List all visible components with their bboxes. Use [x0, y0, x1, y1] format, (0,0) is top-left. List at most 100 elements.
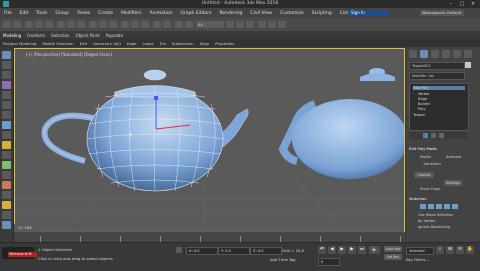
- scale-icon[interactable]: [109, 21, 117, 28]
- rotate-icon[interactable]: [99, 21, 107, 28]
- auto-key-button[interactable]: Auto Key: [384, 246, 402, 252]
- tool-6-icon[interactable]: [2, 101, 11, 109]
- redo-icon[interactable]: [13, 21, 21, 28]
- panel-geometry[interactable]: Geometry (All): [90, 41, 124, 46]
- tool-4-icon[interactable]: [2, 81, 11, 89]
- render-frame-icon[interactable]: [268, 21, 276, 28]
- tool-13-icon[interactable]: [2, 171, 11, 179]
- tool-8-icon[interactable]: [2, 121, 11, 129]
- panel-modify-selection[interactable]: Modify Selection: [39, 41, 76, 46]
- tool-15-icon[interactable]: [2, 191, 11, 199]
- close-icon[interactable]: ×: [468, 1, 478, 7]
- panel-edge[interactable]: Edge: [124, 41, 140, 46]
- undo-icon[interactable]: [3, 21, 11, 28]
- menu-edit[interactable]: Edit: [16, 11, 33, 16]
- lock-selection-icon[interactable]: [176, 247, 182, 253]
- bind-space-warp-icon[interactable]: [45, 21, 53, 28]
- create-panel-icon[interactable]: [409, 50, 417, 58]
- tool-11-icon[interactable]: [2, 151, 11, 159]
- link-icon[interactable]: [25, 21, 33, 28]
- time-slider[interactable]: 0 / 100: [14, 224, 36, 232]
- layer-icon[interactable]: [175, 21, 183, 28]
- stack-item-teapot[interactable]: Teapot: [413, 113, 425, 117]
- menu-create[interactable]: Create: [94, 11, 117, 16]
- maximize-icon[interactable]: □: [457, 1, 467, 7]
- go-to-end-icon[interactable]: ⏭: [358, 246, 366, 254]
- menu-graph-editors[interactable]: Graph Editors: [177, 11, 216, 16]
- selection-filter-dropdown[interactable]: All: [196, 21, 224, 28]
- tool-10-icon[interactable]: [2, 141, 11, 149]
- tool-7-icon[interactable]: [2, 111, 11, 119]
- perspective-viewport[interactable]: ✛: [14, 48, 405, 242]
- minimize-icon[interactable]: –: [446, 1, 456, 7]
- pan-icon[interactable]: ✋: [466, 246, 474, 254]
- stack-item-vertex[interactable]: Vertex: [418, 92, 430, 96]
- animate-radio[interactable]: Animate: [446, 155, 461, 159]
- panel-properties[interactable]: Properties: [212, 41, 237, 46]
- menu-group[interactable]: Group: [51, 11, 73, 16]
- menu-tools[interactable]: Tools: [32, 11, 51, 16]
- menu-rendering[interactable]: Rendering: [215, 11, 246, 16]
- stack-item-edit-poly[interactable]: Edit Poly: [413, 86, 465, 90]
- y-coordinate-field[interactable]: Y: 0.0: [218, 247, 250, 255]
- menu-civil-view[interactable]: Civil View: [246, 11, 276, 16]
- sign-in-button[interactable]: Sign In: [348, 9, 389, 16]
- next-frame-icon[interactable]: ▶: [348, 246, 356, 254]
- menu-views[interactable]: Views: [73, 11, 94, 16]
- stack-item-poly[interactable]: Poly: [418, 107, 425, 111]
- use-stack-selection-checkbox[interactable]: Use Stack Selection: [418, 213, 454, 217]
- selection-header[interactable]: Selection: [409, 196, 475, 202]
- panel-polygon-modeling[interactable]: Polygon Modeling: [0, 41, 39, 46]
- edit-poly-mode-header[interactable]: Edit Poly Mode: [409, 146, 475, 152]
- mirror-icon[interactable]: [153, 21, 161, 28]
- modify-panel-icon[interactable]: [420, 50, 428, 58]
- z-coordinate-field[interactable]: Z: 0.0: [250, 247, 282, 255]
- modifier-list-dropdown[interactable]: Modifier List: [409, 72, 465, 80]
- element-select-icon[interactable]: [452, 204, 458, 209]
- tool-17-icon[interactable]: [2, 211, 11, 219]
- stack-item-border[interactable]: Border: [418, 102, 430, 106]
- move-icon[interactable]: [89, 21, 97, 28]
- hierarchy-panel-icon[interactable]: [431, 50, 439, 58]
- current-frame-field[interactable]: 0: [318, 258, 340, 266]
- commit-button[interactable]: Commit: [414, 172, 434, 178]
- percent-snap-icon[interactable]: [141, 21, 149, 28]
- object-name-field[interactable]: Teapot001: [409, 62, 465, 70]
- show-end-result-icon[interactable]: [431, 133, 436, 138]
- stack-item-edge[interactable]: Edge: [418, 97, 427, 101]
- curve-editor-icon[interactable]: [226, 21, 234, 28]
- tab-freeform[interactable]: Freeform: [24, 33, 48, 38]
- model-radio[interactable]: Model: [420, 155, 431, 159]
- schematic-icon[interactable]: [236, 21, 244, 28]
- menu-scripting[interactable]: Scripting: [308, 11, 336, 16]
- region-select-icon[interactable]: [77, 21, 85, 28]
- key-filters-button[interactable]: Key Filters...: [406, 257, 429, 262]
- panel-edit[interactable]: Edit: [77, 41, 90, 46]
- set-key-button[interactable]: Set Key: [384, 254, 402, 260]
- tool-12-icon[interactable]: [2, 161, 11, 169]
- maxscript-mini-listener[interactable]: Welcome to M: [8, 252, 37, 257]
- go-to-start-icon[interactable]: ⏮: [318, 246, 326, 254]
- polygon-select-icon[interactable]: [444, 204, 450, 209]
- tab-selection[interactable]: Selection: [48, 33, 72, 38]
- menu-modifiers[interactable]: Modifiers: [117, 11, 146, 16]
- align-icon[interactable]: [163, 21, 171, 28]
- graphite-icon[interactable]: [185, 21, 193, 28]
- zoom-all-icon[interactable]: ⊞: [446, 246, 454, 254]
- panel-subdivision[interactable]: Subdivision: [169, 41, 197, 46]
- panel-align[interactable]: Align: [197, 41, 213, 46]
- motion-panel-icon[interactable]: [442, 50, 450, 58]
- settings-button[interactable]: Settings: [444, 180, 462, 186]
- ignore-backfacing-checkbox[interactable]: Ignore Backfacing: [418, 225, 450, 229]
- add-time-tag-button[interactable]: Add Time Tag: [270, 257, 295, 262]
- play-icon[interactable]: ▶: [338, 246, 346, 254]
- zoom-icon[interactable]: ⌕: [436, 246, 444, 254]
- utilities-panel-icon[interactable]: [464, 50, 472, 58]
- viewport-label[interactable]: [+] [Perspective] [Standard] [Edged Face…: [26, 52, 112, 57]
- tool-2-icon[interactable]: [2, 61, 11, 69]
- angle-snap-icon[interactable]: [131, 21, 139, 28]
- tool-9-icon[interactable]: [2, 131, 11, 139]
- timeline-track[interactable]: [14, 232, 405, 242]
- object-color-swatch[interactable]: [465, 62, 471, 68]
- make-unique-icon[interactable]: [439, 133, 444, 138]
